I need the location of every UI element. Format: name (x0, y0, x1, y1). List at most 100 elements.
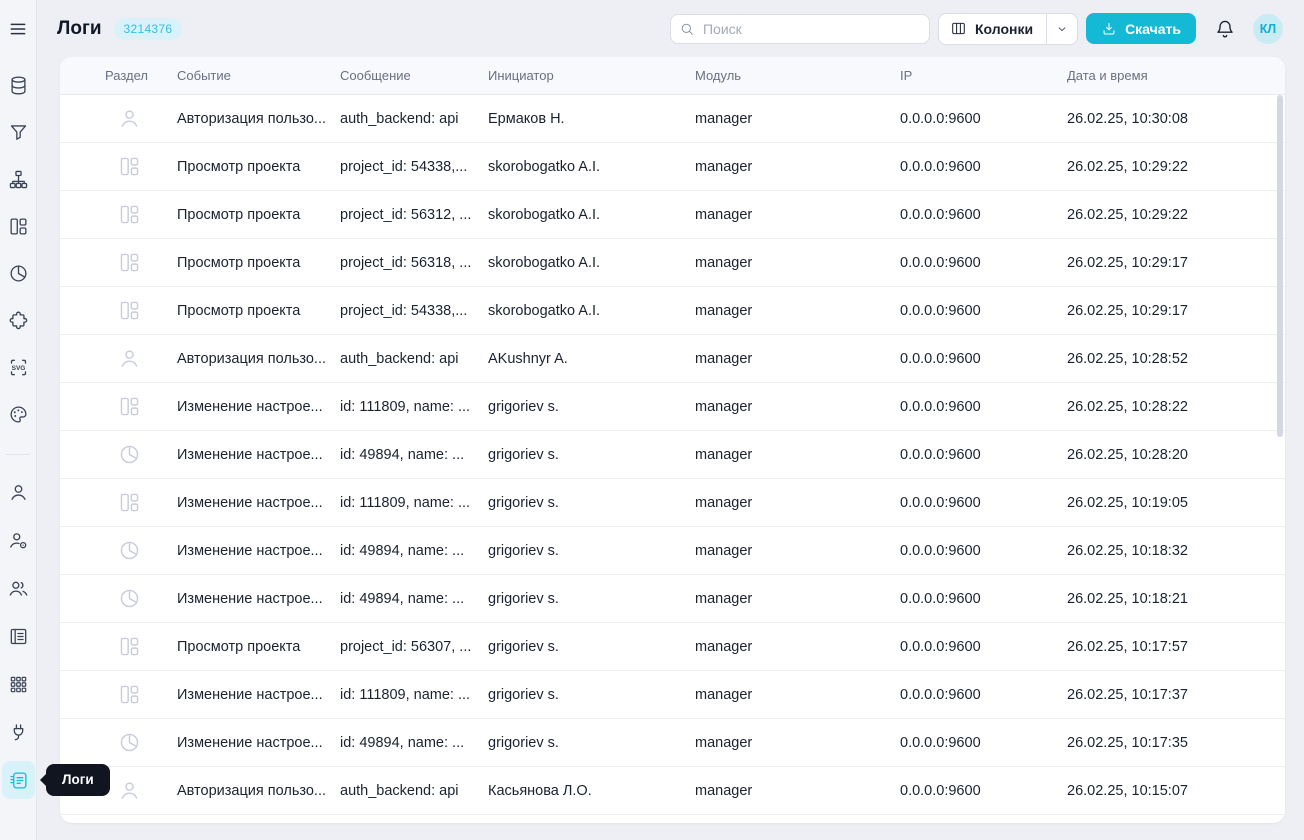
initiator-cell: grigoriev s. (488, 591, 695, 607)
ip-cell: 0.0.0.0:9600 (900, 639, 1067, 655)
section-cell (60, 203, 177, 226)
datetime-cell: 26.02.25, 10:19:05 (1067, 495, 1285, 511)
layout-icon (8, 216, 29, 237)
layout-icon (118, 155, 141, 178)
table-row[interactable]: Просмотр проектаproject_id: 54338,...sko… (60, 287, 1285, 335)
sidebar-item-profile[interactable] (0, 468, 36, 516)
sidebar-item-users[interactable] (0, 564, 36, 612)
sidebar-item-themes[interactable] (0, 391, 36, 438)
initiator-cell: grigoriev s. (488, 447, 695, 463)
datetime-cell: 26.02.25, 10:29:22 (1067, 159, 1285, 175)
event-cell: Просмотр проекта (177, 639, 340, 655)
ip-cell: 0.0.0.0:9600 (900, 783, 1067, 799)
column-header-event[interactable]: Событие (177, 68, 340, 83)
section-cell (60, 395, 177, 418)
datetime-cell: 26.02.25, 10:29:17 (1067, 255, 1285, 271)
table-row[interactable]: Изменение настрое...id: 49894, name: ...… (60, 431, 1285, 479)
sidebar-item-svg-assets[interactable]: SVG (0, 344, 36, 391)
column-header-message[interactable]: Сообщение (340, 68, 488, 83)
hamburger-icon (8, 19, 28, 39)
sidebar-item-analytics[interactable] (0, 250, 36, 297)
table-row[interactable]: Авторизация пользо...auth_backend: apiКа… (60, 767, 1285, 815)
event-cell: Просмотр проекта (177, 255, 340, 271)
menu-toggle-button[interactable] (0, 0, 36, 58)
table-scrollbar-thumb[interactable] (1277, 95, 1283, 437)
initiator-cell: grigoriev s. (488, 399, 695, 415)
datetime-cell: 26.02.25, 10:28:22 (1067, 399, 1285, 415)
sidebar: SVG (0, 0, 37, 840)
column-header-ip[interactable]: IP (900, 68, 1067, 83)
table-row[interactable]: Просмотр проектаproject_id: 54338,...sko… (60, 143, 1285, 191)
table-row[interactable]: Изменение настрое...id: 111809, name: ..… (60, 479, 1285, 527)
sidebar-item-plugins[interactable] (0, 297, 36, 344)
pie-chart-icon (118, 731, 141, 754)
table-header-row: Раздел Событие Сообщение Инициатор Модул… (60, 57, 1285, 95)
event-cell: Авторизация пользо... (177, 351, 340, 367)
column-header-section[interactable]: Раздел (60, 68, 177, 83)
column-header-module[interactable]: Модуль (695, 68, 900, 83)
sidebar-item-projects[interactable] (0, 203, 36, 250)
sidebar-item-user-settings[interactable] (0, 516, 36, 564)
table-row[interactable]: Изменение настрое...id: 49894, name: ...… (60, 719, 1285, 767)
module-cell: manager (695, 591, 900, 607)
initiator-cell: AKushnyr A. (488, 351, 695, 367)
column-header-datetime[interactable]: Дата и время (1067, 68, 1285, 83)
pie-chart-icon (118, 539, 141, 562)
module-cell: manager (695, 687, 900, 703)
ip-cell: 0.0.0.0:9600 (900, 495, 1067, 511)
columns-button[interactable]: Колонки (939, 14, 1046, 44)
sidebar-item-filters[interactable] (0, 109, 36, 156)
chevron-down-icon (1055, 22, 1069, 36)
message-cell: id: 49894, name: ... (340, 447, 488, 463)
table-row[interactable]: Изменение настрое...id: 49894, name: ...… (60, 527, 1285, 575)
layout-icon (118, 299, 141, 322)
apps-grid-icon (8, 674, 29, 695)
sidebar-item-integrations[interactable] (0, 708, 36, 756)
table-row[interactable]: Просмотр проектаproject_id: 56307, ...gr… (60, 623, 1285, 671)
sidebar-item-structure[interactable] (0, 156, 36, 203)
ip-cell: 0.0.0.0:9600 (900, 543, 1067, 559)
layout-icon (118, 635, 141, 658)
ip-cell: 0.0.0.0:9600 (900, 303, 1067, 319)
sidebar-item-database[interactable] (0, 62, 36, 109)
sidebar-tooltip-logs: Логи (46, 764, 110, 796)
module-cell: manager (695, 495, 900, 511)
initiator-cell: Ермаков Н. (488, 111, 695, 127)
message-cell: id: 49894, name: ... (340, 591, 488, 607)
module-cell: manager (695, 639, 900, 655)
event-cell: Изменение настрое... (177, 399, 340, 415)
table-row[interactable]: Авторизация пользо...auth_backend: apiЕр… (60, 95, 1285, 143)
filter-icon (8, 122, 29, 143)
column-header-initiator[interactable]: Инициатор (488, 68, 695, 83)
table-row[interactable]: Изменение настрое...id: 111809, name: ..… (60, 383, 1285, 431)
sidebar-item-ledger[interactable] (0, 612, 36, 660)
datetime-cell: 26.02.25, 10:17:57 (1067, 639, 1285, 655)
event-cell: Просмотр проекта (177, 159, 340, 175)
event-cell: Просмотр проекта (177, 207, 340, 223)
ip-cell: 0.0.0.0:9600 (900, 399, 1067, 415)
notifications-button[interactable] (1214, 18, 1236, 40)
module-cell: manager (695, 303, 900, 319)
table-row[interactable]: Просмотр проектаproject_id: 56318, ...sk… (60, 239, 1285, 287)
message-cell: project_id: 56307, ... (340, 639, 488, 655)
sidebar-item-apps[interactable] (0, 660, 36, 708)
pie-chart-icon (118, 443, 141, 466)
initiator-cell: grigoriev s. (488, 639, 695, 655)
section-cell (60, 635, 177, 658)
download-button[interactable]: Скачать (1086, 13, 1196, 44)
message-cell: id: 49894, name: ... (340, 735, 488, 751)
initiator-cell: Касьянова Л.О. (488, 783, 695, 799)
avatar[interactable]: КЛ (1253, 14, 1283, 44)
user-gear-icon (8, 530, 29, 551)
sidebar-item-logs[interactable] (0, 756, 36, 804)
section-cell (60, 491, 177, 514)
table-row[interactable]: Изменение настрое...id: 111809, name: ..… (60, 671, 1285, 719)
columns-dropdown-button[interactable] (1046, 14, 1077, 44)
table-row[interactable]: Изменение настрое...id: 49894, name: ...… (60, 575, 1285, 623)
section-cell (60, 683, 177, 706)
table-row[interactable]: Авторизация пользо...auth_backend: apiAK… (60, 335, 1285, 383)
search-input[interactable] (670, 14, 930, 44)
table-row[interactable]: Просмотр проектаproject_id: 56312, ...sk… (60, 191, 1285, 239)
search-icon (679, 21, 695, 37)
bell-icon (1214, 18, 1236, 40)
